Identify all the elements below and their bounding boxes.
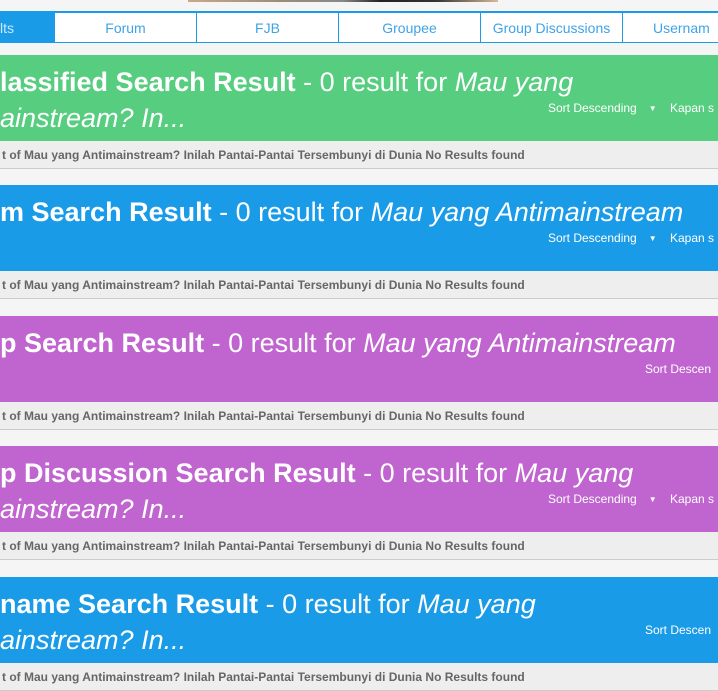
tab-group-discussions[interactable]: Group Discussions [481, 13, 623, 43]
forum-results-header: m Search Result - 0 result for Mau yang … [0, 185, 718, 271]
section-title: p Discussion Search Result - 0 result fo… [0, 458, 634, 524]
sort-dropdown[interactable]: Sort Descen [645, 362, 711, 376]
tab-fjb[interactable]: FJB [197, 13, 339, 43]
section-query-cont: ainstream? In... [0, 494, 187, 524]
section-title: m Search Result - 0 result for Mau yang … [0, 197, 684, 227]
sort-dropdown[interactable]: Sort Descen [645, 623, 711, 637]
section-subtitle: t of Mau yang Antimainstream? Inilah Pan… [0, 402, 718, 430]
tab-all-results[interactable]: lts [0, 13, 55, 43]
section-title: p Search Result - 0 result for Mau yang … [0, 328, 676, 358]
time-dropdown[interactable]: Kapan s [670, 492, 714, 506]
search-tabs: lts Forum FJB Groupee Group Discussions … [0, 11, 718, 43]
section-title: name Search Result - 0 result for Mau ya… [0, 589, 536, 655]
classified-results-header: lassified Search Result - 0 result for M… [0, 55, 718, 141]
tab-forum[interactable]: Forum [55, 13, 197, 43]
section-subtitle: t of Mau yang Antimainstream? Inilah Pan… [0, 663, 718, 691]
group-discussion-results-header: p Discussion Search Result - 0 result fo… [0, 446, 718, 532]
section-subtitle: t of Mau yang Antimainstream? Inilah Pan… [0, 532, 718, 560]
tab-username[interactable]: Usernam [623, 13, 718, 43]
sort-dropdown[interactable]: Sort Descending ▼ [548, 231, 657, 245]
time-dropdown[interactable]: Kapan s [670, 231, 714, 245]
sort-dropdown[interactable]: Sort Descending ▼ [548, 101, 657, 115]
banner-image [188, 0, 498, 2]
caret-down-icon: ▼ [648, 495, 657, 505]
sort-dropdown[interactable]: Sort Descending ▼ [548, 492, 657, 506]
time-dropdown[interactable]: Kapan s [670, 101, 714, 115]
caret-down-icon: ▼ [648, 234, 657, 244]
tab-groupee[interactable]: Groupee [339, 13, 481, 43]
caret-down-icon: ▼ [648, 104, 657, 114]
group-results-header: p Search Result - 0 result for Mau yang … [0, 316, 718, 402]
section-title: lassified Search Result - 0 result for M… [0, 67, 574, 133]
section-query-cont: ainstream? In... [0, 625, 187, 655]
username-results-header: name Search Result - 0 result for Mau ya… [0, 577, 718, 663]
section-query-cont: ainstream? In... [0, 103, 187, 133]
section-subtitle: t of Mau yang Antimainstream? Inilah Pan… [0, 141, 718, 169]
section-subtitle: t of Mau yang Antimainstream? Inilah Pan… [0, 271, 718, 299]
